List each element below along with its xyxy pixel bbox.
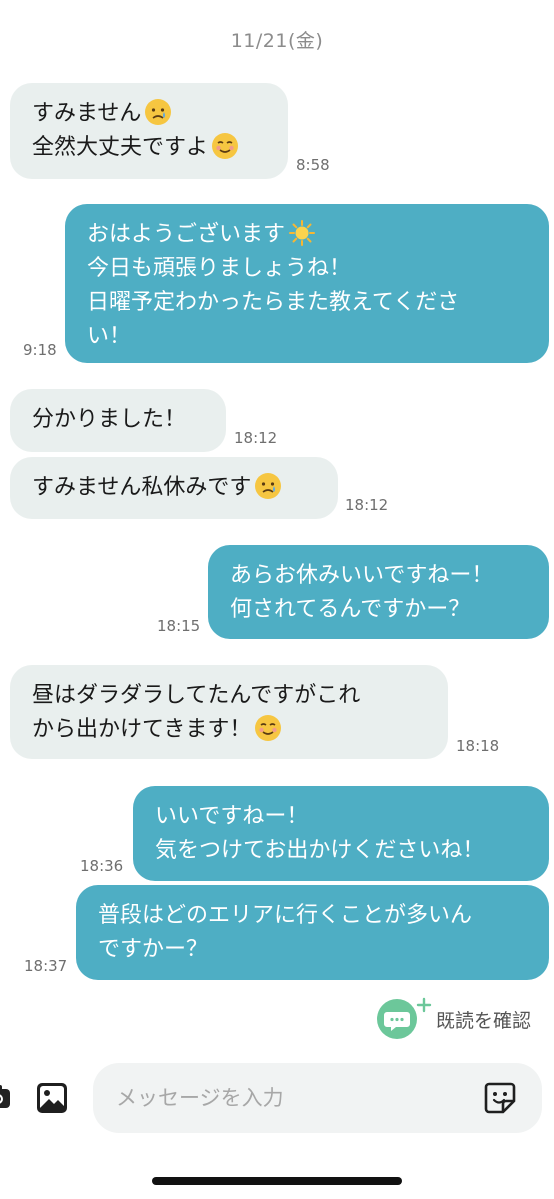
read-receipt-label: 既読を確認 <box>436 1009 532 1032</box>
gallery-icon[interactable] <box>36 1082 68 1114</box>
chat-bubble-check-icon <box>376 997 432 1041</box>
message-time: 18:12 <box>345 496 389 514</box>
message-bubble-outgoing[interactable]: あらお休みいいですねー！ 何されてるんですかー？ <box>208 545 549 639</box>
message-time: 18:36 <box>80 857 124 875</box>
message-time: 18:12 <box>234 429 278 447</box>
message-text: いいですねー！ <box>155 804 309 829</box>
smiling-face-icon <box>212 133 239 159</box>
message-text: 気をつけてお出かけくださいね！ <box>155 838 485 863</box>
message-bubble-incoming[interactable]: 昼はダラダラしてたんですがこれ から出かけてきます！ <box>10 665 448 759</box>
message-text: 普段はどのエリアに行くことが多いん <box>98 903 473 928</box>
crying-face-icon <box>145 99 172 125</box>
message-bubble-incoming[interactable]: すみません 全然大丈夫ですよ <box>10 83 288 179</box>
message-time: 18:37 <box>24 957 68 975</box>
sticker-icon[interactable] <box>484 1082 516 1114</box>
read-receipt-button[interactable]: 既読を確認 <box>376 997 531 1041</box>
home-indicator <box>152 1177 402 1185</box>
camera-icon[interactable] <box>0 1084 10 1110</box>
message-time: 18:15 <box>157 617 201 635</box>
message-bubble-outgoing[interactable]: 普段はどのエリアに行くことが多いん ですかー？ <box>76 885 549 980</box>
message-time: 18:18 <box>456 737 500 755</box>
message-input[interactable] <box>93 1063 542 1133</box>
message-text: おはようございます <box>87 222 286 247</box>
message-text: あらお休みいいですねー！ <box>230 563 494 588</box>
message-text: ですかー？ <box>98 937 209 962</box>
composer-bar <box>0 1056 554 1142</box>
message-text: 分かりました！ <box>32 407 187 432</box>
message-text: 全然大丈夫ですよ <box>32 135 209 160</box>
message-text: 今日も頑張りましょうね！ <box>87 256 352 281</box>
message-time: 9:18 <box>23 341 57 359</box>
message-bubble-incoming[interactable]: すみません私休みです <box>10 457 338 519</box>
message-bubble-outgoing[interactable]: おはようございます 今日も頑張りましょうね！ 日曜予定わかったらまた教えてくださ… <box>65 204 549 363</box>
message-text: から出かけてきます！ <box>32 717 252 742</box>
crying-face-icon <box>255 473 282 499</box>
message-text: すみません <box>32 101 142 126</box>
message-text: い！ <box>87 324 132 349</box>
message-time: 8:58 <box>296 156 330 174</box>
message-text: 何されてるんですかー？ <box>230 597 471 622</box>
message-bubble-incoming[interactable]: 分かりました！ <box>10 389 226 452</box>
message-text: 日曜予定わかったらまた教えてくださ <box>87 290 460 315</box>
date-header: 11/21(金) <box>230 30 324 52</box>
message-bubble-outgoing[interactable]: いいですねー！ 気をつけてお出かけくださいね！ <box>133 786 549 881</box>
sun-icon <box>289 220 316 246</box>
message-text: すみません私休みです <box>32 475 252 500</box>
chat-screen: 11/21(金) すみません 全然大丈夫ですよ 8:58 おはようございます 今… <box>0 0 554 1199</box>
smiling-face-icon <box>255 715 282 741</box>
message-text: 昼はダラダラしてたんですがこれ <box>32 683 361 708</box>
